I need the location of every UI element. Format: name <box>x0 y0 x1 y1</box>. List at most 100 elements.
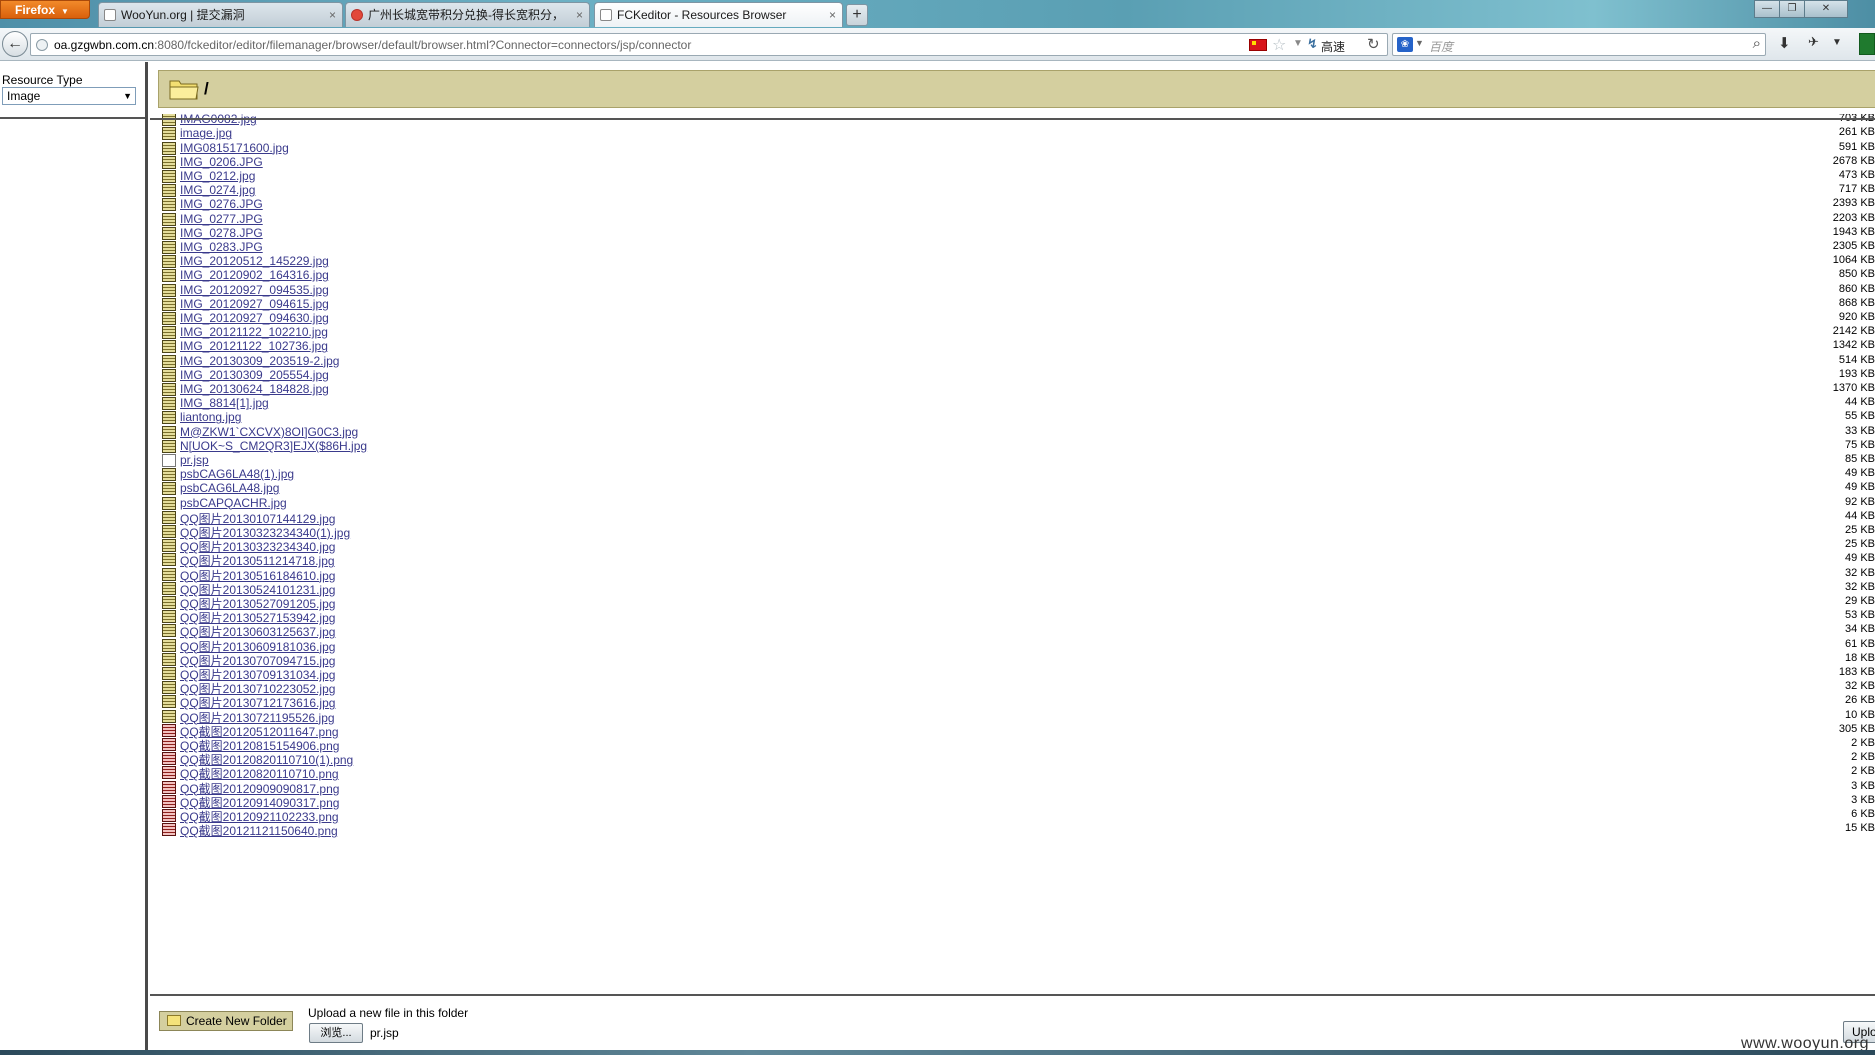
baidu-paw-icon[interactable]: ❀ <box>1397 37 1413 52</box>
jpg-file-icon[interactable] <box>162 198 176 212</box>
close-icon[interactable]: × <box>829 3 836 27</box>
file-link[interactable]: pr.jsp <box>180 453 209 467</box>
address-bar[interactable]: oa.gzgwbn.com.cn:8080/fckeditor/editor/f… <box>30 33 1388 56</box>
jpg-file-icon[interactable] <box>162 425 176 439</box>
resource-type-select[interactable]: Image ▼ <box>2 87 136 105</box>
jpg-file-icon[interactable] <box>162 368 176 382</box>
file-link[interactable]: M@ZKW1`CXCVX)8OI]G0C3.jpg <box>180 425 358 439</box>
png-file-icon[interactable] <box>162 752 176 766</box>
close-window-icon[interactable]: ✕ <box>1804 0 1848 18</box>
jpg-file-icon[interactable] <box>162 354 176 368</box>
history-dropdown-icon[interactable]: ▼ <box>1293 38 1303 49</box>
back-button[interactable]: ← <box>2 31 28 57</box>
file-link[interactable]: N[UOK~S_CM2QR3]EJX($86H.jpg <box>180 439 367 453</box>
jpg-file-icon[interactable] <box>162 241 176 254</box>
jpg-file-icon[interactable] <box>162 269 176 283</box>
png-file-icon[interactable] <box>162 794 176 808</box>
jpg-file-icon[interactable] <box>162 114 176 127</box>
jpg-file-icon[interactable] <box>162 439 176 453</box>
png-file-icon[interactable] <box>162 738 176 751</box>
file-link[interactable]: psbCAPQACHR.jpg <box>180 496 287 510</box>
toolbar-dropdown-icon[interactable]: ▼ <box>1832 37 1842 48</box>
jpg-file-icon[interactable] <box>162 496 176 510</box>
jpg-file-icon[interactable] <box>162 297 176 311</box>
jpg-file-icon[interactable] <box>162 652 176 666</box>
jpg-file-icon[interactable] <box>162 226 176 240</box>
file-link[interactable]: psbCAG6LA48.jpg <box>180 481 279 495</box>
file-link[interactable]: IMG_0274.jpg <box>180 183 255 197</box>
jpg-file-icon[interactable] <box>162 695 176 709</box>
file-link[interactable]: IMG_20121122_102210.jpg <box>180 325 328 339</box>
jpg-file-icon[interactable] <box>162 638 176 652</box>
download-icon[interactable]: ⬇ <box>1778 34 1791 52</box>
bookmark-star-icon[interactable]: ☆ <box>1272 35 1286 55</box>
engine-dropdown-icon[interactable]: ▼ <box>1415 38 1424 48</box>
file-link[interactable]: liantong.jpg <box>180 410 241 424</box>
reload-icon[interactable]: ↻ <box>1367 35 1380 53</box>
file-link[interactable]: IMG_20120927_094535.jpg <box>180 283 329 297</box>
jpg-file-icon[interactable] <box>162 525 176 538</box>
jpg-file-icon[interactable] <box>162 255 176 269</box>
file-link[interactable]: IMG_20130309_203519-2.jpg <box>180 354 339 368</box>
file-link[interactable]: IMG_0206.JPG <box>180 155 263 169</box>
jpg-file-icon[interactable] <box>162 567 176 581</box>
jpg-file-icon[interactable] <box>162 553 176 567</box>
tab-fckeditor[interactable]: FCKeditor - Resources Browser × <box>594 2 843 27</box>
jpg-file-icon[interactable] <box>162 141 176 155</box>
jpg-file-icon[interactable] <box>162 596 176 609</box>
jpg-file-icon[interactable] <box>162 383 176 396</box>
jpg-file-icon[interactable] <box>162 155 176 169</box>
speed-mode-icon[interactable]: ↯ <box>1307 36 1318 52</box>
file-link[interactable]: IMG_20120927_094630.jpg <box>180 311 329 325</box>
jpg-file-icon[interactable] <box>162 170 176 183</box>
firefox-menu-button[interactable]: Firefox ▼ <box>0 0 90 19</box>
file-link[interactable]: IMG_20120927_094615.jpg <box>180 297 329 311</box>
file-link[interactable]: IMG_0277.JPG <box>180 212 263 226</box>
addon-icon[interactable]: ✈ <box>1808 34 1819 50</box>
file-link[interactable]: IMG_20120512_145229.jpg <box>180 254 329 268</box>
file-link[interactable]: IMAG0082.jpg <box>180 114 257 126</box>
file-link[interactable]: IMG_0212.jpg <box>180 169 255 183</box>
file-link[interactable]: psbCAG6LA48(1).jpg <box>180 467 294 481</box>
file-link[interactable]: IMG_0283.JPG <box>180 240 263 254</box>
speed-mode-label[interactable]: 高速 <box>1321 38 1345 55</box>
jpg-file-icon[interactable] <box>162 581 176 595</box>
addon-green-button[interactable] <box>1859 33 1875 55</box>
file-link[interactable]: image.jpg <box>180 126 232 140</box>
jpg-file-icon[interactable] <box>162 624 176 638</box>
jpg-file-icon[interactable] <box>162 283 176 297</box>
jpg-file-icon[interactable] <box>162 681 176 695</box>
jpg-file-icon[interactable] <box>162 667 176 680</box>
png-file-icon[interactable] <box>162 780 176 794</box>
new-tab-button[interactable]: + <box>846 4 868 26</box>
jpg-file-icon[interactable] <box>162 312 176 325</box>
tab-gwbn-points[interactable]: 广州长城宽带积分兑换-得长宽积分，... × <box>345 2 590 27</box>
file-link[interactable]: IMG_0276.JPG <box>180 197 263 211</box>
file-link[interactable]: IMG_20121122_102736.jpg <box>180 339 328 353</box>
jpg-file-icon[interactable] <box>162 709 176 723</box>
file-link[interactable]: IMG_0278.JPG <box>180 226 263 240</box>
file-link[interactable]: QQ截图20121121150640.png <box>180 822 338 839</box>
document-icon[interactable] <box>162 454 176 467</box>
file-link[interactable]: IMG_20130624_184828.jpg <box>180 382 329 396</box>
file-link[interactable]: IMG_8814[1].jpg <box>180 396 269 410</box>
jpg-file-icon[interactable] <box>162 184 176 198</box>
jpg-file-icon[interactable] <box>162 326 176 340</box>
close-icon[interactable]: × <box>329 3 336 27</box>
close-icon[interactable]: × <box>576 3 583 27</box>
jpg-file-icon[interactable] <box>162 510 176 524</box>
search-bar[interactable]: ❀ ▼ 百度 ⌕ <box>1392 33 1766 56</box>
jpg-file-icon[interactable] <box>162 468 176 482</box>
jpg-file-icon[interactable] <box>162 610 176 624</box>
jpg-file-icon[interactable] <box>162 340 176 354</box>
maximize-icon[interactable]: ❐ <box>1779 0 1805 18</box>
jpg-file-icon[interactable] <box>162 127 176 141</box>
jpg-file-icon[interactable] <box>162 411 176 425</box>
file-link[interactable]: IMG0815171600.jpg <box>180 141 289 155</box>
minimize-icon[interactable]: — <box>1754 0 1780 18</box>
jpg-file-icon[interactable] <box>162 482 176 496</box>
file-link[interactable]: IMG_20120902_164316.jpg <box>180 268 329 282</box>
png-file-icon[interactable] <box>162 809 176 822</box>
search-icon[interactable]: ⌕ <box>1753 35 1761 52</box>
create-new-folder-button[interactable]: Create New Folder <box>159 1011 293 1031</box>
